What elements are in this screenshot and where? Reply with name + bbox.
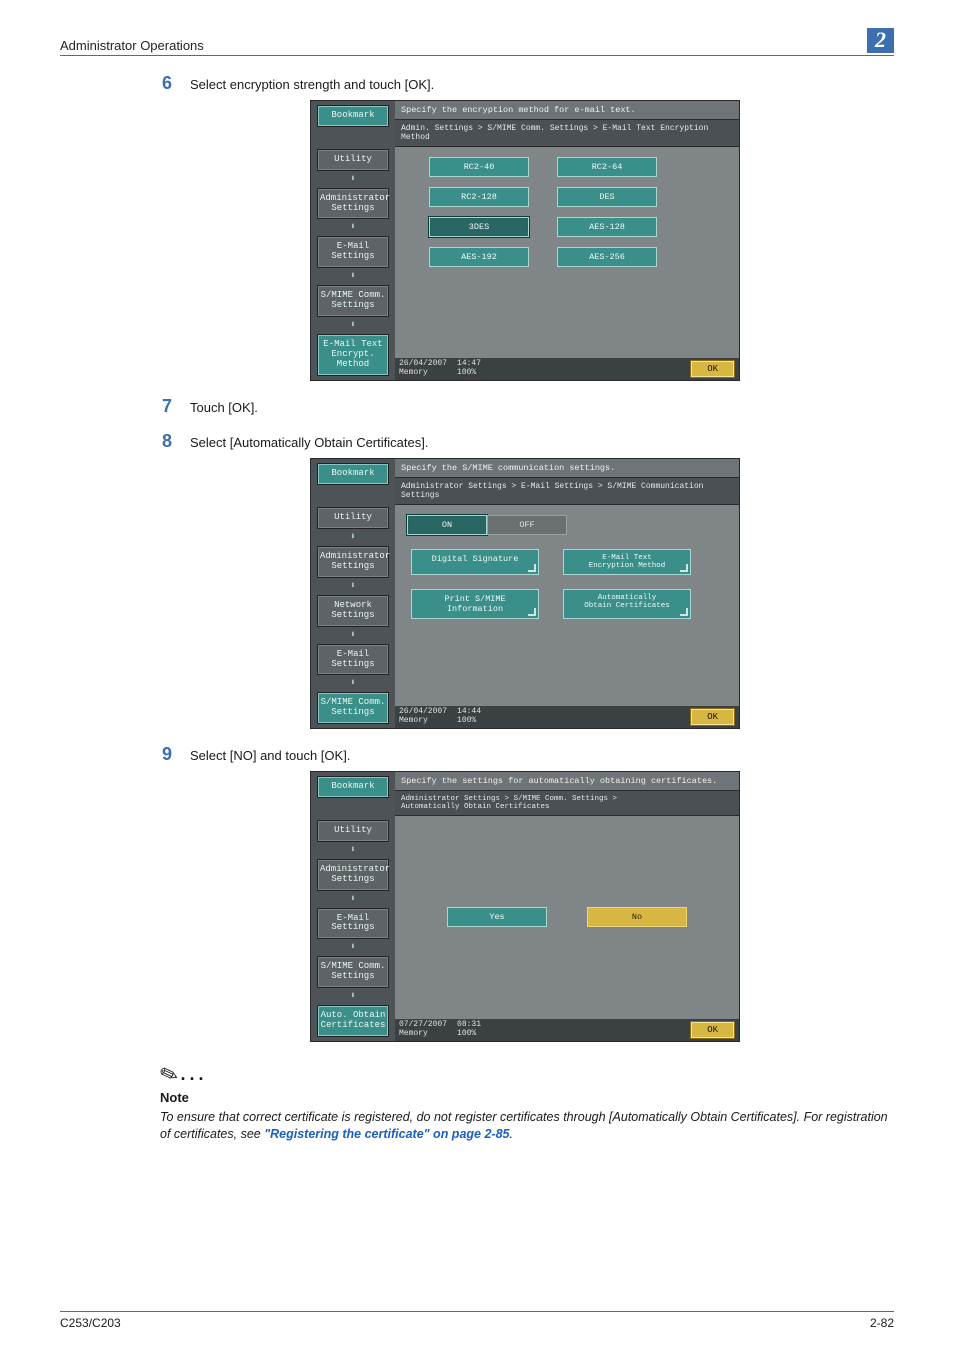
down-arrow-icon: ⬇: [317, 533, 389, 542]
down-arrow-icon: ⬇: [317, 582, 389, 591]
email-settings-button[interactable]: E-Mail Settings: [317, 644, 389, 676]
admin-settings-button[interactable]: Administrator Settings: [317, 546, 389, 578]
note-text: To ensure that correct certificate is re…: [160, 1109, 894, 1144]
side-nav: Bookmark Utility ⬇ Administrator Setting…: [311, 101, 395, 380]
encryption-method-button[interactable]: E-Mail Text Encryption Method: [563, 549, 691, 575]
status-memory-value: 100%: [457, 717, 481, 726]
prompt-text: Specify the S/MIME communication setting…: [395, 459, 739, 477]
step-number: 7: [156, 397, 172, 417]
down-arrow-icon: ⬇: [317, 631, 389, 640]
down-arrow-icon: ⬇: [317, 272, 389, 281]
step-text: Touch [OK].: [190, 397, 258, 415]
bookmark-button[interactable]: Bookmark: [317, 776, 389, 798]
rc2-128-button[interactable]: RC2-128: [429, 187, 529, 207]
ok-button[interactable]: OK: [690, 360, 735, 378]
down-arrow-icon: ⬇: [317, 992, 389, 1001]
breadcrumb: Admin. Settings > S/MIME Comm. Settings …: [395, 119, 739, 147]
step-9: 9 Select [NO] and touch [OK].: [156, 745, 894, 765]
screenshot-auto-obtain: Bookmark Utility ⬇ Administrator Setting…: [310, 771, 740, 1042]
email-settings-button[interactable]: E-Mail Settings: [317, 236, 389, 268]
note-block: ✎... Note To ensure that correct certifi…: [160, 1062, 894, 1144]
digital-signature-button[interactable]: Digital Signature: [411, 549, 539, 575]
status-memory-label: Memory: [399, 717, 447, 726]
utility-button[interactable]: Utility: [317, 507, 389, 529]
rc2-40-button[interactable]: RC2-40: [429, 157, 529, 177]
status-memory-value: 100%: [457, 369, 481, 378]
off-toggle[interactable]: OFF: [487, 515, 567, 535]
footer-model: C253/C203: [60, 1316, 121, 1330]
step-number: 8: [156, 432, 172, 452]
step-text: Select encryption strength and touch [OK…: [190, 74, 434, 92]
note-body-b: .: [509, 1127, 512, 1141]
utility-button[interactable]: Utility: [317, 149, 389, 171]
down-arrow-icon: ⬇: [317, 321, 389, 330]
step-text: Select [NO] and touch [OK].: [190, 745, 350, 763]
step-number: 6: [156, 74, 172, 94]
rc2-64-button[interactable]: RC2-64: [557, 157, 657, 177]
note-label: Note: [160, 1090, 894, 1105]
down-arrow-icon: ⬇: [317, 223, 389, 232]
status-memory-label: Memory: [399, 369, 447, 378]
status-bar: 07/27/2007 Memory 08:31 100% OK: [395, 1019, 739, 1041]
status-memory-value: 100%: [457, 1030, 481, 1039]
breadcrumb: Administrator Settings > S/MIME Comm. Se…: [395, 790, 739, 816]
aes-256-button[interactable]: AES-256: [557, 247, 657, 267]
3des-button[interactable]: 3DES: [429, 217, 529, 237]
note-dots: ...: [180, 1064, 207, 1084]
ok-button[interactable]: OK: [690, 708, 735, 726]
step-7: 7 Touch [OK].: [156, 397, 894, 417]
down-arrow-icon: ⬇: [317, 175, 389, 184]
utility-button[interactable]: Utility: [317, 820, 389, 842]
note-icon: ✎: [156, 1060, 182, 1091]
bookmark-button[interactable]: Bookmark: [317, 463, 389, 485]
chapter-badge: 2: [867, 28, 894, 53]
admin-settings-button[interactable]: Administrator Settings: [317, 859, 389, 891]
admin-settings-button[interactable]: Administrator Settings: [317, 188, 389, 220]
ok-button[interactable]: OK: [690, 1021, 735, 1039]
current-screen-button[interactable]: Auto. Obtain Certificates: [317, 1005, 389, 1037]
on-toggle[interactable]: ON: [407, 515, 487, 535]
status-bar: 26/04/2007 Memory 14:44 100% OK: [395, 706, 739, 728]
no-button[interactable]: No: [587, 907, 687, 927]
page-header: Administrator Operations 2: [60, 28, 894, 56]
side-nav: Bookmark Utility ⬇ Administrator Setting…: [311, 772, 395, 1041]
down-arrow-icon: ⬇: [317, 895, 389, 904]
prompt-text: Specify the encryption method for e-mail…: [395, 101, 739, 119]
status-bar: 26/04/2007 Memory 14:47 100% OK: [395, 358, 739, 380]
screenshot-encryption-method: Bookmark Utility ⬇ Administrator Setting…: [310, 100, 740, 381]
des-button[interactable]: DES: [557, 187, 657, 207]
screenshot-smime-settings: Bookmark Utility ⬇ Administrator Setting…: [310, 458, 740, 729]
note-link[interactable]: "Registering the certificate" on page 2-…: [264, 1127, 509, 1141]
network-settings-button[interactable]: Network Settings: [317, 595, 389, 627]
current-screen-button[interactable]: E-Mail Text Encrypt. Method: [317, 334, 389, 376]
print-smime-button[interactable]: Print S/MIME Information: [411, 589, 539, 619]
status-memory-label: Memory: [399, 1030, 447, 1039]
aes-192-button[interactable]: AES-192: [429, 247, 529, 267]
bookmark-button[interactable]: Bookmark: [317, 105, 389, 127]
down-arrow-icon: ⬇: [317, 679, 389, 688]
email-settings-button[interactable]: E-Mail Settings: [317, 908, 389, 940]
current-screen-button[interactable]: S/MIME Comm. Settings: [317, 692, 389, 724]
side-nav: Bookmark Utility ⬇ Administrator Setting…: [311, 459, 395, 728]
step-8: 8 Select [Automatically Obtain Certifica…: [156, 432, 894, 452]
header-title: Administrator Operations: [60, 38, 204, 53]
step-6: 6 Select encryption strength and touch […: [156, 74, 894, 94]
smime-settings-button[interactable]: S/MIME Comm. Settings: [317, 285, 389, 317]
page-footer: C253/C203 2-82: [60, 1311, 894, 1330]
breadcrumb: Administrator Settings > E-Mail Settings…: [395, 477, 739, 505]
step-number: 9: [156, 745, 172, 765]
footer-page: 2-82: [870, 1316, 894, 1330]
prompt-text: Specify the settings for automatically o…: [395, 772, 739, 790]
down-arrow-icon: ⬇: [317, 943, 389, 952]
down-arrow-icon: ⬇: [317, 846, 389, 855]
aes-128-button[interactable]: AES-128: [557, 217, 657, 237]
auto-obtain-cert-button[interactable]: Automatically Obtain Certificates: [563, 589, 691, 619]
step-text: Select [Automatically Obtain Certificate…: [190, 432, 428, 450]
yes-button[interactable]: Yes: [447, 907, 547, 927]
smime-settings-button[interactable]: S/MIME Comm. Settings: [317, 956, 389, 988]
